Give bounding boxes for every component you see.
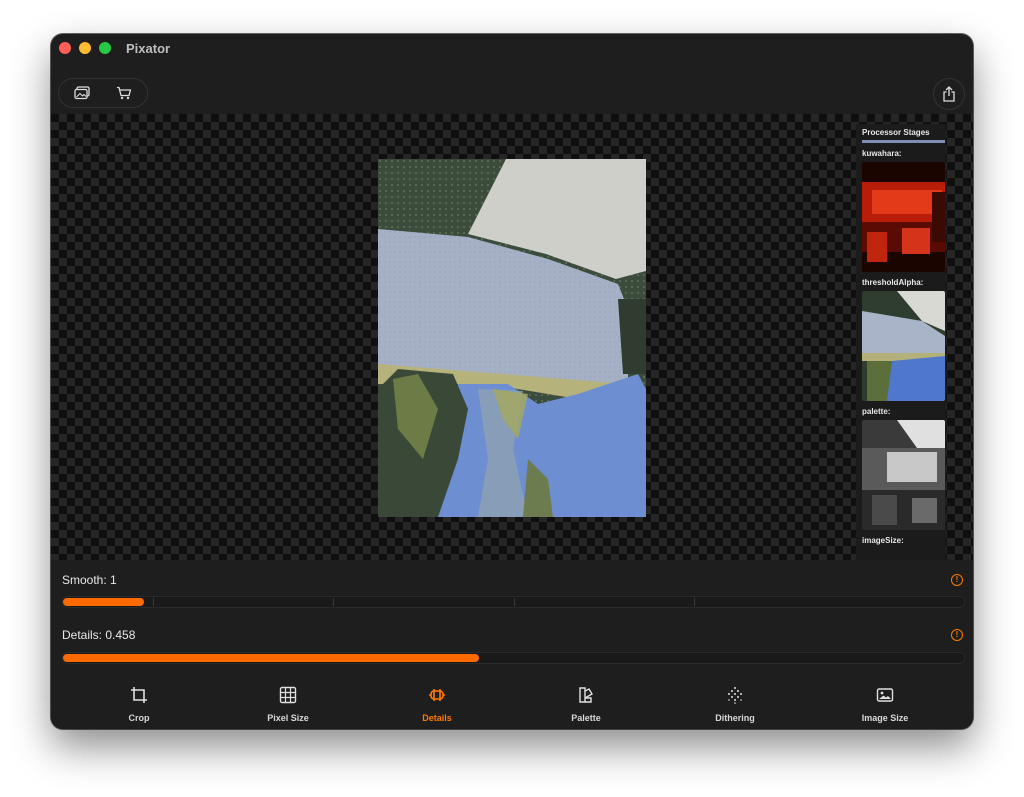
details-label: Details: 0.458 <box>62 628 136 642</box>
tab-details-label: Details <box>422 713 452 723</box>
smooth-slider[interactable] <box>62 596 965 608</box>
photo-library-button[interactable] <box>62 79 102 107</box>
image-canvas[interactable]: Processor Stages kuwahara: thresholdAlph… <box>51 114 973 560</box>
app-window: Pixator Processor Stages kuwahara: thres… <box>51 34 973 729</box>
tab-crop[interactable]: Crop <box>64 674 214 729</box>
grid-icon <box>279 686 297 704</box>
tab-image-size[interactable]: Image Size <box>810 674 960 729</box>
pixelated-image-preview <box>378 159 646 517</box>
stage-thumbnail-previous <box>862 140 945 143</box>
details-info-icon[interactable]: ! <box>951 629 963 641</box>
close-window-button[interactable] <box>59 42 71 54</box>
processor-stages-panel[interactable]: Processor Stages kuwahara: thresholdAlph… <box>856 124 946 560</box>
stage-label-kuwahara: kuwahara: <box>862 149 902 158</box>
crop-icon <box>131 687 147 703</box>
stage-label-image-size: imageSize: <box>862 536 904 545</box>
details-icon <box>429 689 445 701</box>
stage-label-threshold-alpha: thresholdAlpha: <box>862 278 924 287</box>
tab-pixel-size-label: Pixel Size <box>267 713 309 723</box>
smooth-info-icon[interactable]: ! <box>951 574 963 586</box>
adjustment-controls: Smooth: 1 ! Details: 0.458 ! <box>51 560 973 670</box>
share-button[interactable] <box>933 78 965 110</box>
maximize-window-button[interactable] <box>99 42 111 54</box>
smooth-label: Smooth: 1 <box>62 573 117 587</box>
stage-label-palette: palette: <box>862 407 891 416</box>
tab-dithering[interactable]: Dithering <box>660 674 810 729</box>
window-title: Pixator <box>126 41 171 56</box>
stage-thumbnail-kuwahara[interactable] <box>862 162 945 272</box>
stage-thumbnail-palette[interactable] <box>862 420 945 530</box>
palette-icon <box>579 687 593 703</box>
details-slider[interactable] <box>62 652 965 664</box>
tab-details[interactable]: Details <box>362 674 512 729</box>
tab-image-size-label: Image Size <box>861 713 909 723</box>
tab-palette[interactable]: Palette <box>511 674 661 729</box>
details-slider-fill <box>63 654 479 662</box>
toolbar-left-group <box>58 78 148 108</box>
tab-dithering-label: Dithering <box>715 713 755 723</box>
smooth-slider-tick <box>153 598 154 606</box>
store-button[interactable] <box>104 79 144 107</box>
tab-crop-label: Crop <box>128 713 150 723</box>
tool-tab-bar: Crop Pixel Size Details Palette Ditherin… <box>51 674 973 729</box>
smooth-slider-tick <box>333 598 334 606</box>
smooth-slider-tick <box>514 598 515 606</box>
smooth-slider-fill <box>63 598 144 606</box>
share-icon <box>943 86 955 102</box>
minimize-window-button[interactable] <box>79 42 91 54</box>
cart-icon <box>117 86 132 100</box>
dithering-icon <box>728 687 742 704</box>
photo-library-icon <box>74 86 90 100</box>
image-size-icon <box>876 688 894 702</box>
smooth-slider-tick <box>694 598 695 606</box>
title-bar: Pixator <box>51 34 973 62</box>
tab-palette-label: Palette <box>571 713 601 723</box>
stages-title: Processor Stages <box>862 128 930 137</box>
stage-thumbnail-threshold-alpha[interactable] <box>862 291 945 401</box>
tab-pixel-size[interactable]: Pixel Size <box>213 674 363 729</box>
